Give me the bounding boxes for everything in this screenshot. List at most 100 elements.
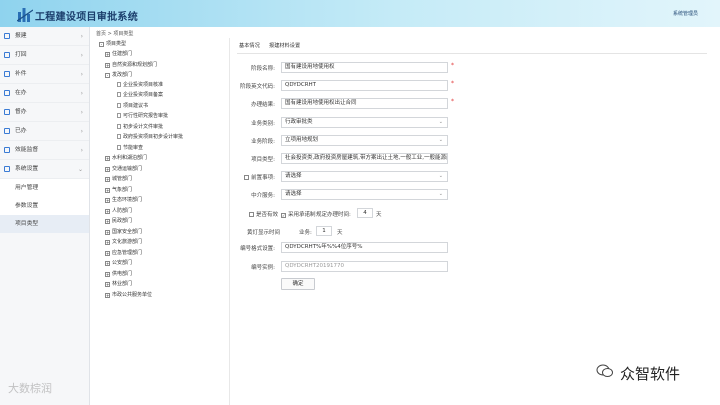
biz-stage-label: 业务阶段: <box>251 139 275 145</box>
doc-icon <box>4 109 10 115</box>
tree-node[interactable]: + 林业部门 <box>105 280 132 289</box>
biz-type-label: 业务类别: <box>251 121 275 127</box>
form-tabs: 基本情况 报建材料设置 <box>237 42 707 54</box>
expand-icon[interactable]: + <box>105 176 110 182</box>
breadcrumb-home[interactable]: 首页 <box>96 31 106 37</box>
chevron-down-icon: ⌄ <box>438 173 443 179</box>
tree-node[interactable]: + 国家安全部门 <box>105 228 142 237</box>
tree-node[interactable]: + 住建部门 <box>105 50 132 59</box>
tree-node[interactable]: + 自然资源和规划部门 <box>105 61 157 70</box>
reminder-days-input[interactable]: 1 <box>316 226 332 236</box>
expand-icon[interactable]: + <box>105 218 110 224</box>
annual-option: 是否有效 <box>249 210 278 218</box>
code-format-input[interactable]: QDYDCRHT%年%%4位序号% <box>281 242 448 253</box>
tree-leaf[interactable]: 企业投资项目备案 <box>117 91 163 100</box>
sidebar-item-supplement[interactable]: 补件 › <box>0 65 89 84</box>
sidebar-subitem-params[interactable]: 参数设置 <box>0 197 89 215</box>
breadcrumb-current: 项目类型 <box>113 31 134 37</box>
expand-icon[interactable]: + <box>105 281 110 287</box>
expand-icon[interactable]: + <box>105 271 110 277</box>
expand-icon[interactable]: + <box>105 62 110 68</box>
sidebar-item-done[interactable]: 已办 › <box>0 122 89 141</box>
biz-type-select[interactable]: 行政审批类 ⌄ <box>281 117 448 128</box>
sidebar-subitem-project-types[interactable]: 项目类型 <box>0 215 89 233</box>
sidebar-item-supervise[interactable]: 督办 › <box>0 103 89 122</box>
tree-node[interactable]: + 公安部门 <box>105 259 132 268</box>
expand-icon[interactable]: + <box>105 239 110 245</box>
commitment-checkbox[interactable]: ✓ <box>281 212 286 218</box>
expand-icon[interactable]: + <box>105 51 110 57</box>
tree-node[interactable]: + 人防部门 <box>105 207 132 216</box>
stage-name-input[interactable]: 国有建设用地使用权 <box>281 62 448 73</box>
tab-material-settings[interactable]: 报建材料设置 <box>269 42 300 49</box>
app-title: 工程建设项目审批系统 <box>35 12 138 23</box>
expand-icon[interactable]: + <box>105 292 110 298</box>
tree-node[interactable]: - 发改部门 <box>105 71 132 80</box>
expand-icon[interactable]: + <box>105 260 110 266</box>
tree-leaf[interactable]: 初步设计文件审批 <box>117 123 163 132</box>
expand-icon[interactable]: + <box>105 250 110 256</box>
tree-node[interactable]: + 市政公共服务单位 <box>105 291 152 300</box>
app-header: 工程建设项目审批系统 系统管理员 <box>0 0 720 27</box>
tree-node-root[interactable]: - 项目类型 <box>99 40 126 49</box>
tree-leaf[interactable]: 节能审查 <box>117 144 143 153</box>
expand-icon[interactable]: + <box>105 166 110 172</box>
watermark-left: 大数棕润 <box>8 382 52 395</box>
sidebar-subitem-users[interactable]: 用户管理 <box>0 179 89 197</box>
result-input[interactable]: 国有建设用地使用权出让合同 <box>281 98 448 109</box>
expand-icon[interactable]: + <box>105 197 110 203</box>
tree-leaf[interactable]: 可行性研究报告审批 <box>117 112 168 121</box>
file-icon <box>117 123 121 129</box>
commitment-option: ✓ 采用承诺制 <box>281 212 316 218</box>
tree-node[interactable]: + 应急管理部门 <box>105 249 142 258</box>
chevron-down-icon: ⌄ <box>438 119 443 125</box>
expand-icon[interactable]: + <box>105 187 110 193</box>
tree-leaf[interactable]: 项目建议书 <box>117 102 148 111</box>
pre-item-select[interactable]: 请选择 ⌄ <box>281 171 448 182</box>
agency-select[interactable]: 请选择 ⌄ <box>281 189 448 200</box>
current-user-link[interactable]: 系统管理员 <box>673 10 698 17</box>
doc-icon <box>4 71 10 77</box>
file-icon <box>117 102 121 108</box>
tree-node[interactable]: + 水利和湖泊部门 <box>105 154 147 163</box>
biz-stage-select[interactable]: 立项用地规划 ⌄ <box>281 135 448 146</box>
collapse-icon[interactable]: - <box>105 72 110 78</box>
file-icon <box>117 112 121 118</box>
file-icon <box>117 81 121 87</box>
wechat-icon <box>596 364 613 377</box>
annual-checkbox[interactable] <box>249 211 254 217</box>
expand-icon[interactable]: + <box>105 208 110 214</box>
tree-node[interactable]: + 交通运输部门 <box>105 165 142 174</box>
time-limit-input[interactable]: 4 <box>357 208 373 218</box>
project-type-input[interactable]: 社会投资类,政府投资房屋建筑,带方案出让土地,一般工业,一般能源建设 <box>281 153 448 164</box>
expand-icon[interactable]: + <box>105 229 110 235</box>
tree-node[interactable]: + 文化旅游部门 <box>105 238 142 247</box>
tree-node[interactable]: + 供电部门 <box>105 270 132 279</box>
reminder-workday-label: 业务: <box>299 230 312 236</box>
tree-node[interactable]: + 民政部门 <box>105 217 132 226</box>
pre-item-checkbox[interactable] <box>244 174 250 180</box>
sidebar-item-submit[interactable]: 报建 › <box>0 27 89 46</box>
tree-node[interactable]: + 气象部门 <box>105 186 132 195</box>
stage-code-input[interactable]: QDYDCRHT <box>281 80 448 91</box>
watermark-right: 众智软件 <box>620 365 681 383</box>
tree-node[interactable]: + 生态环境部门 <box>105 196 142 205</box>
tree-leaf[interactable]: 企业投资项目核准 <box>117 81 163 90</box>
doc-icon <box>4 128 10 134</box>
code-example-label: 编号实例: <box>251 265 275 271</box>
code-example-input[interactable]: QDYDCRHT20191770 <box>281 261 448 272</box>
sidebar-item-in-progress[interactable]: 在办 › <box>0 84 89 103</box>
sidebar-item-settings[interactable]: 系统设置 ⌄ <box>0 160 89 179</box>
doc-icon <box>4 147 10 153</box>
tree-leaf[interactable]: 政府投资项目初步设计审批 <box>117 133 183 142</box>
confirm-button[interactable]: 确定 <box>281 278 315 290</box>
chevron-down-icon: ⌄ <box>438 191 443 197</box>
collapse-icon[interactable]: - <box>99 41 104 47</box>
tree-node[interactable]: + 城管部门 <box>105 175 132 184</box>
sidebar-item-returned[interactable]: 打回 › <box>0 46 89 65</box>
sidebar-item-efficiency[interactable]: 效能监督 › <box>0 141 89 160</box>
tab-basic-info[interactable]: 基本情况 <box>239 42 260 49</box>
code-format-label: 编号格式设置: <box>240 246 275 252</box>
expand-icon[interactable]: + <box>105 155 110 161</box>
chevron-right-icon: › <box>80 128 83 135</box>
